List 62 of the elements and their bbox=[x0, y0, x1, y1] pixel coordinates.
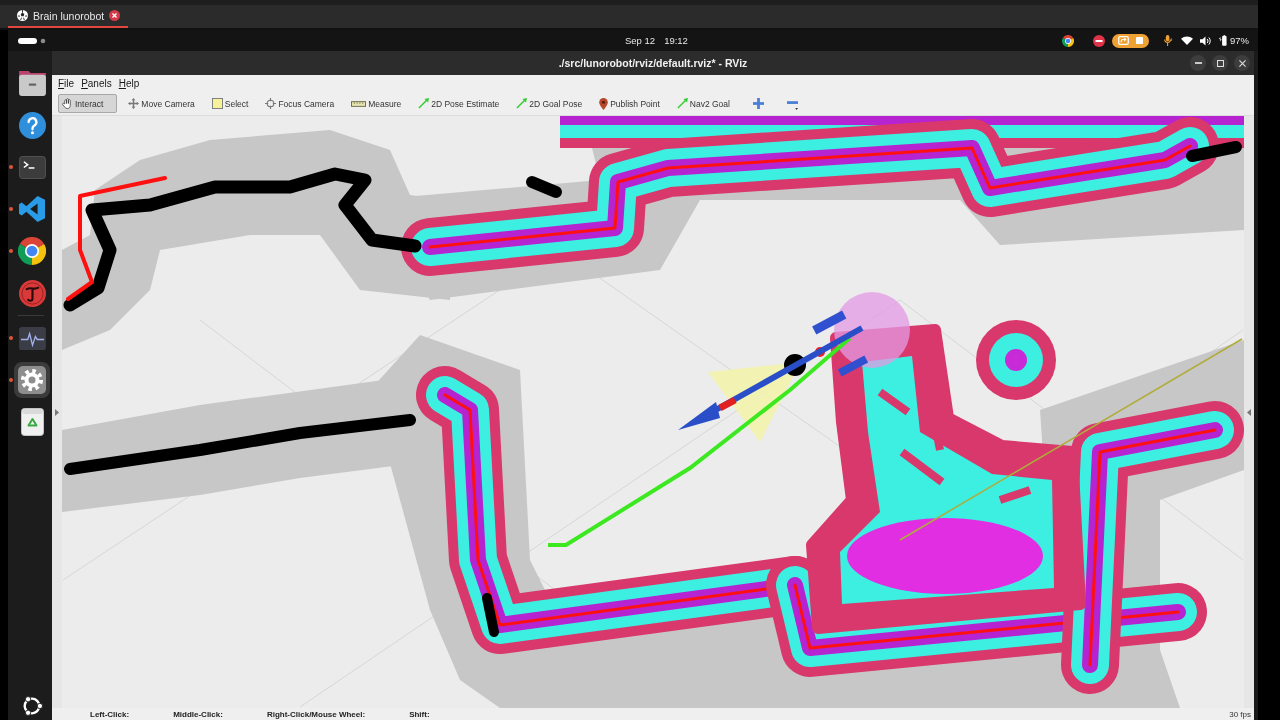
tool-button[interactable]: Focus Camera bbox=[261, 94, 341, 113]
expand-arrow-icon[interactable] bbox=[55, 408, 59, 416]
browser-tab[interactable]: Brain lunorobot bbox=[8, 5, 129, 28]
browser-icon[interactable] bbox=[18, 237, 46, 265]
no-entry-icon[interactable] bbox=[1093, 34, 1105, 47]
tool-button[interactable]: Nav2 Goal bbox=[672, 94, 736, 113]
screen-share-icon bbox=[1118, 36, 1129, 45]
maximize-button[interactable] bbox=[1212, 55, 1228, 71]
minimize-icon bbox=[1194, 62, 1202, 64]
clock-time: 19:12 bbox=[664, 35, 688, 46]
close-icon bbox=[1238, 59, 1246, 67]
tool-button[interactable]: Select bbox=[207, 94, 255, 113]
system-monitor-icon[interactable] bbox=[18, 326, 46, 350]
stop-icon bbox=[1136, 37, 1143, 44]
volume-icon[interactable] bbox=[1200, 35, 1211, 46]
minimize-button[interactable] bbox=[1190, 55, 1206, 71]
costmap-drawing[interactable] bbox=[62, 116, 1244, 708]
tool-button[interactable]: 2D Goal Pose bbox=[512, 94, 589, 113]
ruler-icon bbox=[351, 100, 367, 107]
ball-icon bbox=[17, 10, 28, 21]
folder-icon[interactable] bbox=[18, 70, 46, 96]
terminal-icon[interactable] bbox=[18, 155, 46, 179]
ring-logo-icon[interactable] bbox=[21, 695, 43, 717]
help-icon[interactable] bbox=[18, 111, 46, 139]
arrow-icon bbox=[676, 98, 688, 109]
plus-icon[interactable] bbox=[752, 98, 764, 109]
round-app-icon[interactable] bbox=[18, 279, 46, 307]
battery-icon[interactable] bbox=[1219, 35, 1227, 46]
arrow-icon bbox=[516, 98, 528, 109]
arrow-icon bbox=[418, 98, 430, 109]
move-arrows-icon bbox=[128, 98, 140, 109]
menu-item[interactable]: File bbox=[58, 78, 75, 89]
map-pin-icon bbox=[599, 97, 609, 110]
status-hint: Middle-Click: bbox=[173, 709, 223, 719]
menu-item[interactable]: Panels bbox=[81, 78, 112, 89]
tool-button[interactable]: Publish Point bbox=[595, 93, 666, 114]
workspace-indicator-icon[interactable] bbox=[18, 37, 46, 44]
fps-counter: 30 fps bbox=[1229, 709, 1251, 719]
crosshair-icon bbox=[265, 98, 277, 109]
tool-button[interactable]: Interact bbox=[58, 94, 118, 113]
battery-percentage: 97% bbox=[1230, 35, 1249, 46]
close-icon[interactable] bbox=[109, 10, 121, 21]
trash-icon[interactable] bbox=[20, 408, 44, 436]
browser-icon[interactable] bbox=[1062, 34, 1074, 47]
tool-button[interactable]: 2D Pose Estimate bbox=[414, 94, 506, 113]
date-label: Sep 12 bbox=[625, 35, 656, 46]
window-title: ./src/lunorobot/rviz/default.rviz* - RViz bbox=[558, 57, 748, 69]
maximize-icon bbox=[1216, 59, 1224, 67]
status-hint: Left-Click: bbox=[90, 709, 130, 719]
tool-button[interactable]: Move Camera bbox=[124, 94, 201, 113]
status-hint: Shift: bbox=[409, 709, 430, 719]
status-hint: Right-Click/Mouse Wheel: bbox=[266, 709, 366, 719]
expand-arrow-icon[interactable] bbox=[1247, 408, 1251, 416]
wifi-icon[interactable] bbox=[1181, 36, 1193, 45]
screen-share-indicator[interactable] bbox=[1112, 33, 1149, 48]
microphone-icon[interactable] bbox=[1164, 35, 1173, 46]
hand-icon bbox=[62, 98, 73, 109]
selection-square-icon bbox=[211, 98, 223, 109]
code-editor-icon[interactable] bbox=[19, 196, 45, 222]
close-button[interactable] bbox=[1234, 55, 1250, 71]
menu-item[interactable]: Help bbox=[118, 78, 140, 89]
tool-button[interactable]: Measure bbox=[347, 94, 408, 113]
